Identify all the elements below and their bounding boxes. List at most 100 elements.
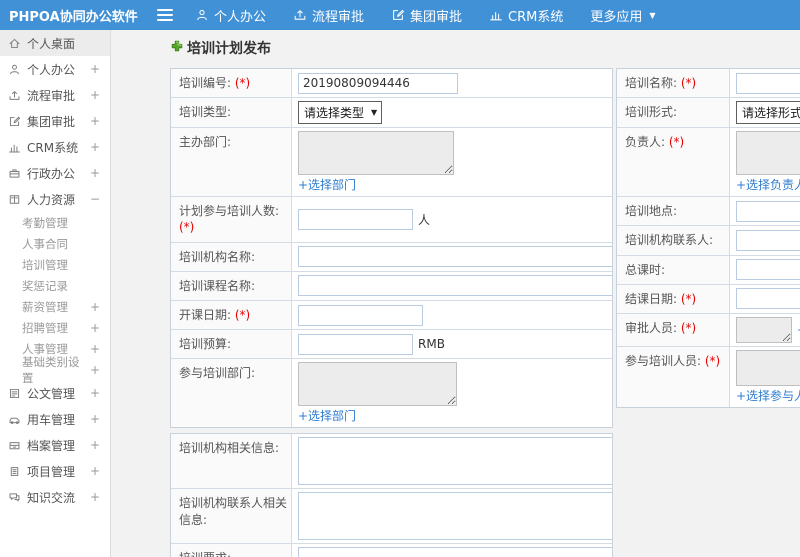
topnav-group-approval[interactable]: 集团审批	[391, 6, 462, 25]
project-icon	[8, 465, 21, 478]
sidebar-item-recruit-mgmt[interactable]: 招聘管理 +	[0, 317, 110, 338]
expand-icon[interactable]: +	[90, 363, 100, 377]
participating-departments-picker-box[interactable]	[298, 362, 457, 407]
upload-icon	[293, 8, 307, 22]
expand-icon[interactable]: +	[90, 412, 100, 426]
total-class-hours-input[interactable]	[736, 259, 800, 281]
participating-departments-picker-link[interactable]: +选择部门	[298, 407, 356, 424]
chat-icon	[8, 491, 21, 504]
person-in-charge-picker-link[interactable]: +选择负责人	[736, 176, 800, 193]
book-icon	[8, 193, 21, 206]
sidebar-item-hr-contract[interactable]: 人事合同	[0, 233, 110, 254]
field-label: 参与培训人员: (*)	[617, 346, 730, 407]
doc-icon	[8, 387, 21, 400]
sidebar-item-label: 考勤管理	[22, 215, 68, 230]
expand-icon[interactable]: +	[90, 140, 100, 154]
sidebar-item-human-resources[interactable]: 人力资源 −	[0, 186, 110, 212]
app-brand: PHPOA协同办公软件	[9, 9, 138, 25]
sidebar-item-label: 公文管理	[27, 386, 76, 401]
field-label-text: 培训课程名称:	[179, 278, 256, 293]
training-budget-input[interactable]	[298, 333, 413, 355]
training-requirements-textarea[interactable]	[298, 547, 612, 557]
sidebar-item-personal-office[interactable]: 个人办公 +	[0, 56, 110, 82]
host-department-picker-link[interactable]: +选择部门	[298, 176, 356, 193]
approvers-picker-box[interactable]	[736, 316, 792, 343]
form-row-training-location: 培训地点:	[617, 197, 800, 227]
planned-participants-input[interactable]	[298, 208, 413, 230]
sidebar-item-attendance-mgmt[interactable]: 考勤管理	[0, 212, 110, 233]
page-title: 培训计划发布	[170, 38, 800, 58]
sidebar-item-label: 知识交流	[27, 490, 76, 505]
form-row-planned-participants: 计划参与培训人数: (*) 人	[171, 197, 612, 243]
field-label: 负责人: (*)	[617, 128, 730, 197]
required-mark: (*)	[234, 307, 251, 322]
training-org-contact-info-textarea[interactable]	[298, 492, 612, 541]
menu-toggle-icon[interactable]	[157, 9, 173, 21]
expand-icon[interactable]: +	[90, 464, 100, 478]
sidebar-item-label: 人事合同	[22, 236, 68, 251]
field-label: 培训课程名称:	[171, 271, 292, 300]
sidebar-item-base-category-setting[interactable]: 基础类别设置 +	[0, 355, 110, 385]
sidebar-item-label: 人力资源	[27, 192, 76, 207]
form-row-training-org-info: 培训机构相关信息:	[171, 434, 612, 490]
field-label: 审批人员: (*)	[617, 313, 730, 346]
person-in-charge-picker-box[interactable]	[736, 131, 800, 176]
expand-icon[interactable]: +	[90, 490, 100, 504]
sidebar-item-group-approval[interactable]: 集团审批 +	[0, 108, 110, 134]
training-org-info-textarea[interactable]	[298, 437, 612, 486]
expand-icon[interactable]: +	[90, 342, 100, 356]
topnav-more-apps[interactable]: 更多应用 ▼	[590, 6, 655, 25]
expand-icon[interactable]: +	[90, 438, 100, 452]
expand-icon[interactable]: +	[90, 166, 100, 180]
required-mark: (*)	[234, 76, 251, 90]
user-icon	[195, 8, 209, 22]
sidebar-item-vehicle-mgmt[interactable]: 用车管理 +	[0, 406, 110, 432]
field-label-text: 培训要求:	[179, 551, 231, 557]
expand-icon[interactable]: +	[90, 62, 100, 76]
car-icon	[8, 413, 21, 426]
expand-icon[interactable]: +	[90, 88, 100, 102]
sidebar-item-document-mgmt[interactable]: 公文管理 +	[0, 380, 110, 406]
sidebar-item-personal-desktop[interactable]: 个人桌面	[0, 30, 110, 56]
training-org-contact-input[interactable]	[736, 229, 800, 251]
sidebar-item-knowledge-exchange[interactable]: 知识交流 +	[0, 484, 110, 510]
training-course-name-input[interactable]	[298, 275, 612, 297]
field-label-text: 培训机构联系人:	[625, 233, 714, 248]
training-org-name-input[interactable]	[298, 246, 612, 268]
training-participants-picker-link[interactable]: +选择参与人员	[736, 387, 800, 404]
input-suffix: RMB	[418, 337, 445, 352]
training-name-input[interactable]	[736, 72, 800, 94]
sidebar-item-reward-punish-record[interactable]: 奖惩记录	[0, 275, 110, 296]
sidebar-item-workflow-approval[interactable]: 流程审批 +	[0, 82, 110, 108]
required-mark: (*)	[680, 76, 697, 90]
sidebar-item-project-mgmt[interactable]: 项目管理 +	[0, 458, 110, 484]
expand-icon[interactable]: +	[90, 321, 100, 335]
training-form-select[interactable]: 请选择形式▼	[736, 101, 800, 125]
field-label-text: 培训机构相关信息:	[179, 441, 280, 456]
expand-icon[interactable]: +	[90, 114, 100, 128]
start-date-input[interactable]	[298, 304, 423, 326]
training-participants-picker-box[interactable]	[736, 349, 800, 386]
sidebar-item-training-mgmt[interactable]: 培训管理	[0, 254, 110, 275]
topnav-crm-system[interactable]: CRM系统	[489, 6, 563, 25]
topnav-workflow-approval[interactable]: 流程审批	[293, 6, 364, 25]
sidebar-item-admin-office[interactable]: 行政办公 +	[0, 160, 110, 186]
collapse-icon[interactable]: −	[90, 192, 100, 206]
field-label: 计划参与培训人数: (*)	[171, 197, 292, 242]
training-type-select[interactable]: 请选择类型 ▼	[298, 101, 383, 125]
host-department-picker-box[interactable]	[298, 131, 454, 176]
expand-icon[interactable]: +	[90, 300, 100, 314]
training-location-input[interactable]	[736, 200, 800, 222]
end-date-input[interactable]	[736, 288, 800, 310]
expand-icon[interactable]: +	[90, 386, 100, 400]
field-label: 开课日期: (*)	[171, 300, 292, 330]
training-number-input[interactable]	[298, 72, 458, 94]
chevron-down-icon: ▼	[649, 10, 656, 20]
field-label-text: 培训名称:	[625, 76, 678, 90]
sidebar-item-archive-mgmt[interactable]: 档案管理 +	[0, 432, 110, 458]
field-label-text: 开课日期:	[179, 307, 232, 322]
form-table-left: 培训编号: (*)培训类型:请选择类型▼主办部门:+选择部门计划参与培训人数: …	[170, 68, 613, 429]
topnav-personal-office[interactable]: 个人办公	[195, 6, 266, 25]
sidebar-item-salary-mgmt[interactable]: 薪资管理 +	[0, 296, 110, 317]
sidebar-item-crm-system[interactable]: CRM系统 +	[0, 134, 110, 160]
